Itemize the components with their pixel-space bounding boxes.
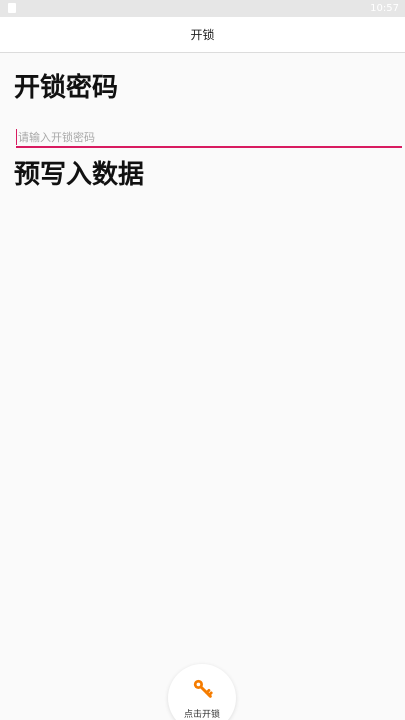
password-input[interactable] xyxy=(16,128,402,148)
page-title: 开锁 xyxy=(190,28,215,42)
status-bar: 10:57 xyxy=(0,0,405,17)
prewrite-section-title: 预写入数据 xyxy=(14,160,145,190)
screen: 10:57 开锁 开锁密码 预写入数据 点击开锁 xyxy=(0,0,405,720)
unlock-button-label: 点击开锁 xyxy=(183,710,220,720)
password-section-title: 开锁密码 xyxy=(14,73,119,103)
unlock-button[interactable]: 点击开锁 xyxy=(168,664,236,720)
app-bar: 开锁 xyxy=(0,17,405,53)
sim-card-icon xyxy=(8,3,16,13)
key-icon xyxy=(193,679,213,698)
status-time: 10:57 xyxy=(370,3,399,14)
text-caret xyxy=(16,129,17,145)
